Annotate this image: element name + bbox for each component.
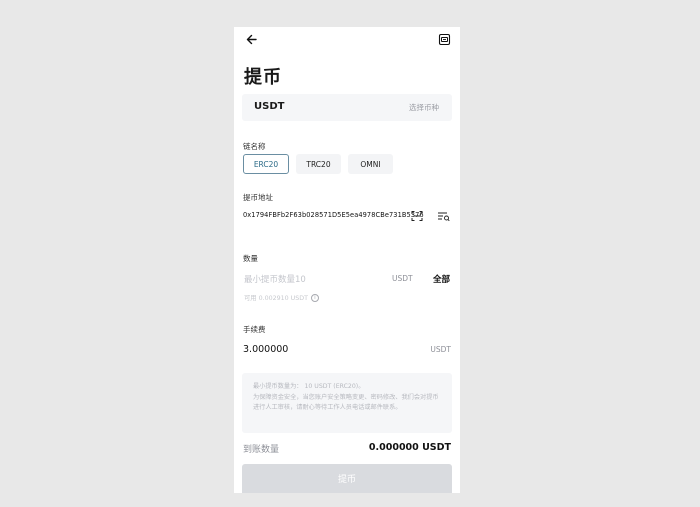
amount-input[interactable]: 最小提币数量10 bbox=[244, 273, 306, 285]
notice-line-2: 为保障资金安全，当您账户安全策略变更、密码修改、我们会对提币进行人工审核，请耐心… bbox=[253, 393, 439, 412]
scan-icon[interactable] bbox=[411, 210, 423, 222]
coin-selector[interactable]: USDT 选择币种 bbox=[242, 94, 452, 121]
fee-value: 3.000000 bbox=[243, 344, 289, 355]
available-balance: 可用 0.002910 USDT i bbox=[244, 293, 319, 302]
info-icon[interactable]: i bbox=[310, 293, 319, 302]
arrival-value: 0.000000 USDT bbox=[368, 442, 451, 453]
address-input[interactable]: 0x1794FBFb2F63b028571D5E5ea4978CBe731B53… bbox=[243, 211, 424, 219]
amount-label: 数量 bbox=[243, 254, 258, 263]
notice-line-1: 最小提币数量为： 10 USDT (ERC20)。 bbox=[253, 383, 365, 390]
address-book-icon[interactable] bbox=[437, 210, 450, 222]
withdraw-button[interactable]: 提币 bbox=[242, 464, 452, 493]
chain-option-trc20[interactable]: TRC20 bbox=[296, 154, 341, 174]
chain-option-erc20[interactable]: ERC20 bbox=[243, 154, 289, 174]
available-text: 可用 0.002910 USDT bbox=[244, 295, 308, 302]
chain-label: 链名称 bbox=[243, 142, 266, 151]
all-button[interactable]: 全部 bbox=[433, 273, 450, 285]
fee-unit: USDT bbox=[430, 345, 451, 354]
coin-name: USDT bbox=[254, 101, 285, 112]
amount-unit: USDT bbox=[392, 274, 413, 283]
arrival-label: 到账数量 bbox=[243, 445, 280, 455]
page-title: 提币 bbox=[244, 67, 282, 88]
notice-box: 最小提币数量为： 10 USDT (ERC20)。 为保障资金安全，当您账户安全… bbox=[242, 373, 452, 433]
arrow-left-icon[interactable] bbox=[245, 33, 258, 46]
withdraw-screen: 提币 USDT 选择币种 链名称 ERC20 TRC20 OMNI 提币地址 0… bbox=[234, 27, 460, 493]
record-list-icon[interactable] bbox=[438, 33, 451, 46]
chain-option-omni[interactable]: OMNI bbox=[348, 154, 393, 174]
address-label: 提币地址 bbox=[243, 193, 273, 202]
select-coin-link[interactable]: 选择币种 bbox=[409, 102, 439, 113]
fee-label: 手续费 bbox=[243, 325, 266, 334]
